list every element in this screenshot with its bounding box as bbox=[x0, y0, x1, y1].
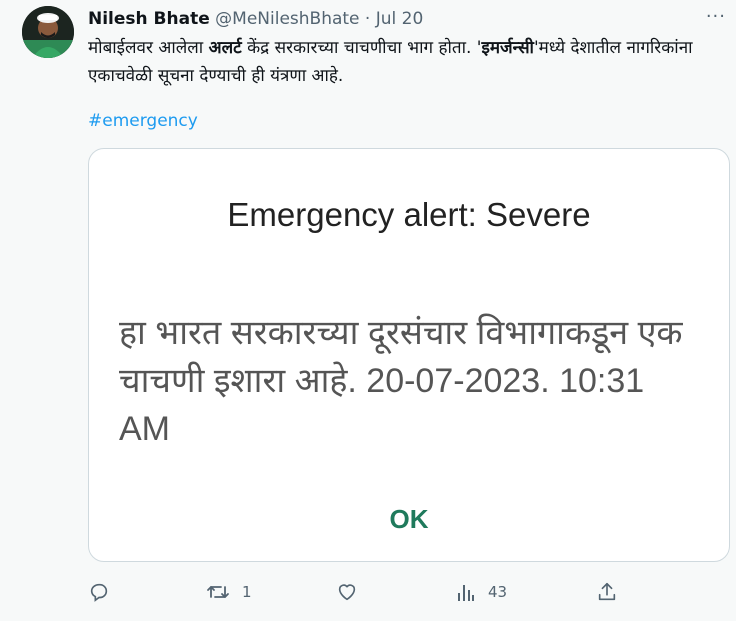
author-name[interactable]: Nilesh Bhate bbox=[88, 9, 210, 29]
share-button[interactable] bbox=[596, 578, 618, 606]
views-icon bbox=[456, 581, 476, 603]
retweet-button[interactable]: 1 bbox=[206, 578, 252, 606]
alert-title: Emergency alert: Severe bbox=[227, 196, 591, 233]
reply-icon bbox=[88, 581, 110, 603]
media-image[interactable]: Emergency alert: Severe हा भारत सरकारच्य… bbox=[88, 148, 730, 562]
hashtag-link[interactable]: #emergency bbox=[88, 108, 198, 134]
tweet-text-part: केंद्र सरकारच्या चाचणीचा भाग होता. ' bbox=[241, 38, 482, 58]
author-handle[interactable]: @MeNileshBhate bbox=[215, 9, 359, 29]
heart-icon bbox=[336, 581, 358, 603]
tweet: Nilesh Bhate @MeNileshBhate · Jul 20 ···… bbox=[0, 0, 736, 621]
tweet-date[interactable]: Jul 20 bbox=[376, 9, 424, 29]
tweet-text-bold: अलर्ट bbox=[208, 38, 242, 58]
tweet-text-part: मोबाईलवर आलेला bbox=[88, 38, 209, 58]
like-button[interactable] bbox=[336, 578, 358, 606]
share-icon bbox=[596, 581, 618, 603]
alert-ok-button: OK bbox=[389, 504, 429, 534]
action-bar: 1 43 bbox=[88, 578, 728, 606]
more-options-icon[interactable]: ··· bbox=[706, 6, 726, 27]
views-count: 43 bbox=[488, 583, 508, 601]
retweet-count: 1 bbox=[242, 583, 252, 601]
views-button[interactable]: 43 bbox=[456, 578, 507, 606]
retweet-icon bbox=[206, 581, 230, 603]
tweet-text: मोबाईलवर आलेला अलर्ट केंद्र सरकारच्या चा… bbox=[88, 34, 720, 90]
tweet-header: Nilesh Bhate @MeNileshBhate · Jul 20 bbox=[88, 8, 722, 30]
separator-dot: · bbox=[364, 9, 371, 29]
alert-message: हा भारत सरकारच्या दूरसंचार विभागाकडून एक… bbox=[119, 314, 683, 448]
avatar[interactable] bbox=[22, 6, 74, 58]
reply-button[interactable] bbox=[88, 578, 110, 606]
tweet-text-bold: इमर्जन्सी bbox=[481, 38, 534, 58]
